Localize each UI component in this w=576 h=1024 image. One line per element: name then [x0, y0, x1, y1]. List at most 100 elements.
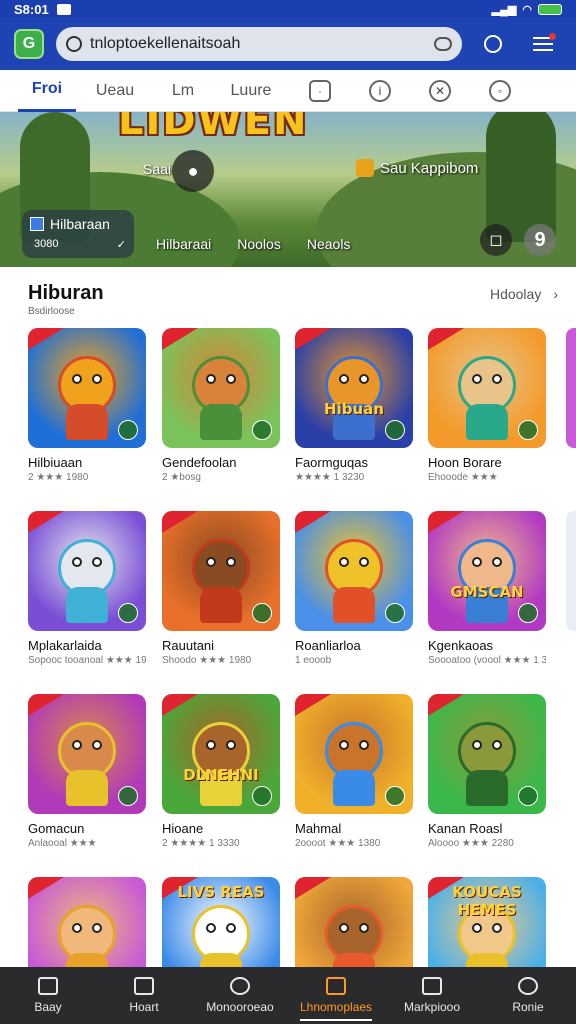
tab-user-badge[interactable]: i: [350, 70, 410, 112]
character-body: [333, 770, 375, 806]
game-card[interactable]: Mahmal 2oooot ★★★ 1380: [295, 694, 413, 849]
character-body: [66, 404, 108, 440]
nav-item-label: Hoart: [129, 1000, 159, 1014]
hero-promo[interactable]: Sau Kappibom: [356, 159, 478, 177]
new-ribbon-icon: [295, 694, 331, 716]
game-card[interactable]: Hilbiuaan 2 ★★★ 1980: [28, 328, 146, 483]
game-thumbnail[interactable]: [295, 694, 413, 814]
games-icon: [326, 977, 346, 995]
character-body: [466, 770, 508, 806]
hero-info-card[interactable]: Hilbaraan 3080 ✓: [22, 210, 134, 258]
game-meta: Sopooc tooanoal ★★★ 1980: [28, 655, 146, 666]
search-icon: [518, 977, 538, 995]
tab-ueau[interactable]: Ueau: [86, 70, 144, 112]
game-card[interactable]: Mplakarlaida Sopooc tooanoal ★★★ 1980: [28, 511, 146, 666]
nav-item-2[interactable]: Monooroeao: [192, 967, 288, 1024]
game-card[interactable]: Hibuan Faormguqas ★★★★ 1 3230: [295, 328, 413, 483]
hero-meta-3[interactable]: Neaols: [307, 236, 351, 252]
character-body: [466, 404, 508, 440]
nav-item-label: Markpiooo: [403, 1000, 461, 1014]
game-thumbnail[interactable]: Hibuan: [295, 328, 413, 448]
search-icon: [230, 977, 250, 995]
game-card[interactable]: Rauutani Shoodo ★★★ 1980: [162, 511, 280, 666]
tab-compass[interactable]: ✕: [410, 70, 470, 112]
tab-lm[interactable]: Lm: [154, 70, 212, 112]
game-thumbnail[interactable]: [162, 511, 280, 631]
game-title: Kgenkaoas: [428, 638, 494, 653]
hero-count-button[interactable]: 9: [524, 224, 556, 256]
nav-item-3[interactable]: Lhnomoplaes: [288, 967, 384, 1024]
play-icon[interactable]: [385, 603, 405, 623]
partial-game-card[interactable]: [566, 328, 576, 448]
hero-window-button[interactable]: ◻: [480, 224, 512, 256]
game-card[interactable]: Roanliarloa 1 eooob: [295, 511, 413, 666]
search-input[interactable]: tnloptoekellenaitsoah: [90, 35, 426, 53]
tab-chat[interactable]: ·: [290, 70, 350, 112]
game-title: Mahmal: [295, 821, 342, 836]
game-thumbnail[interactable]: DLNEHNI: [162, 694, 280, 814]
game-card[interactable]: Gendefoolan 2 ★bosg: [162, 328, 280, 483]
hero-promo-text: Sau Kappibom: [380, 159, 479, 177]
play-icon[interactable]: [252, 786, 272, 806]
see-more-link[interactable]: Hdoolay ›: [490, 286, 558, 302]
tab-luure[interactable]: Luure: [222, 70, 280, 112]
section-title: Hiburan: [28, 282, 104, 304]
hero-card-sub: 3080: [34, 238, 59, 250]
game-meta: Aloooo ★★★ 2280: [428, 838, 514, 849]
partial-game-card[interactable]: [566, 694, 576, 814]
notification-dot: [549, 33, 556, 40]
play-icon[interactable]: [385, 420, 405, 440]
nav-item-5[interactable]: Ronie: [480, 967, 576, 1024]
tab-bag[interactable]: ◦: [470, 70, 530, 112]
notification-icon: [56, 3, 71, 15]
game-thumbnail[interactable]: [428, 694, 546, 814]
app-logo[interactable]: G: [14, 29, 44, 59]
partial-game-card[interactable]: [566, 511, 576, 631]
play-icon[interactable]: [118, 786, 138, 806]
play-icon[interactable]: [252, 603, 272, 623]
search-bar[interactable]: tnloptoekellenaitsoah: [56, 27, 462, 61]
play-icon[interactable]: [118, 603, 138, 623]
play-icon[interactable]: [518, 420, 538, 440]
game-thumbnail[interactable]: [295, 511, 413, 631]
new-ribbon-icon: [428, 511, 464, 533]
game-meta: 2 ★★★ 1980: [28, 472, 89, 483]
user-button[interactable]: [474, 25, 512, 63]
tab-froi[interactable]: Froi: [18, 70, 76, 112]
game-thumbnail[interactable]: [28, 694, 146, 814]
game-card[interactable]: Hoon Borare Ehooode ★★★: [428, 328, 546, 483]
game-title: Faormguqas: [295, 455, 368, 470]
game-thumbnail-caption: DLNEHNI: [183, 766, 259, 784]
nav-item-1[interactable]: Hoart: [96, 967, 192, 1024]
nav-item-4[interactable]: Markpiooo: [384, 967, 480, 1024]
section-subtitle: Bsdirloose: [28, 306, 75, 317]
game-thumbnail[interactable]: [162, 328, 280, 448]
game-meta: Shoodo ★★★ 1980: [162, 655, 252, 666]
mic-icon[interactable]: [434, 37, 452, 51]
hero-meta-2[interactable]: Noolos: [237, 236, 281, 252]
location-pin-icon[interactable]: ●: [172, 150, 214, 192]
hero-banner[interactable]: LIDWEN Saai ● Sau Kappibom Hilbaraan 308…: [0, 112, 576, 267]
play-icon[interactable]: [518, 603, 538, 623]
new-ribbon-icon: [295, 511, 331, 533]
play-icon[interactable]: [518, 786, 538, 806]
nav-item-0[interactable]: Baay: [0, 967, 96, 1024]
play-icon[interactable]: [385, 786, 405, 806]
game-card[interactable]: Kanan Roasl Aloooo ★★★ 2280: [428, 694, 546, 849]
game-meta: Ehooode ★★★: [428, 472, 498, 483]
menu-button[interactable]: [524, 25, 562, 63]
game-card[interactable]: Gomacun Anlaooal ★★★: [28, 694, 146, 849]
compass-icon: ✕: [429, 79, 451, 102]
game-thumbnail[interactable]: [28, 511, 146, 631]
hero-meta-1[interactable]: Hilbaraai: [156, 236, 211, 252]
game-thumbnail[interactable]: [428, 328, 546, 448]
game-card[interactable]: GMSCAN Kgenkaoas Soooatoo (voool ★★★ 1 390: [428, 511, 546, 666]
game-thumbnail[interactable]: [28, 328, 146, 448]
game-thumbnail[interactable]: GMSCAN: [428, 511, 546, 631]
play-icon[interactable]: [252, 420, 272, 440]
game-card[interactable]: DLNEHNI Hioane 2 ★★★★ 1 3330: [162, 694, 280, 849]
new-ribbon-icon: [428, 328, 464, 350]
character-body: [333, 587, 375, 623]
game-meta: ★★★★ 1 3230: [295, 472, 365, 483]
play-icon[interactable]: [118, 420, 138, 440]
